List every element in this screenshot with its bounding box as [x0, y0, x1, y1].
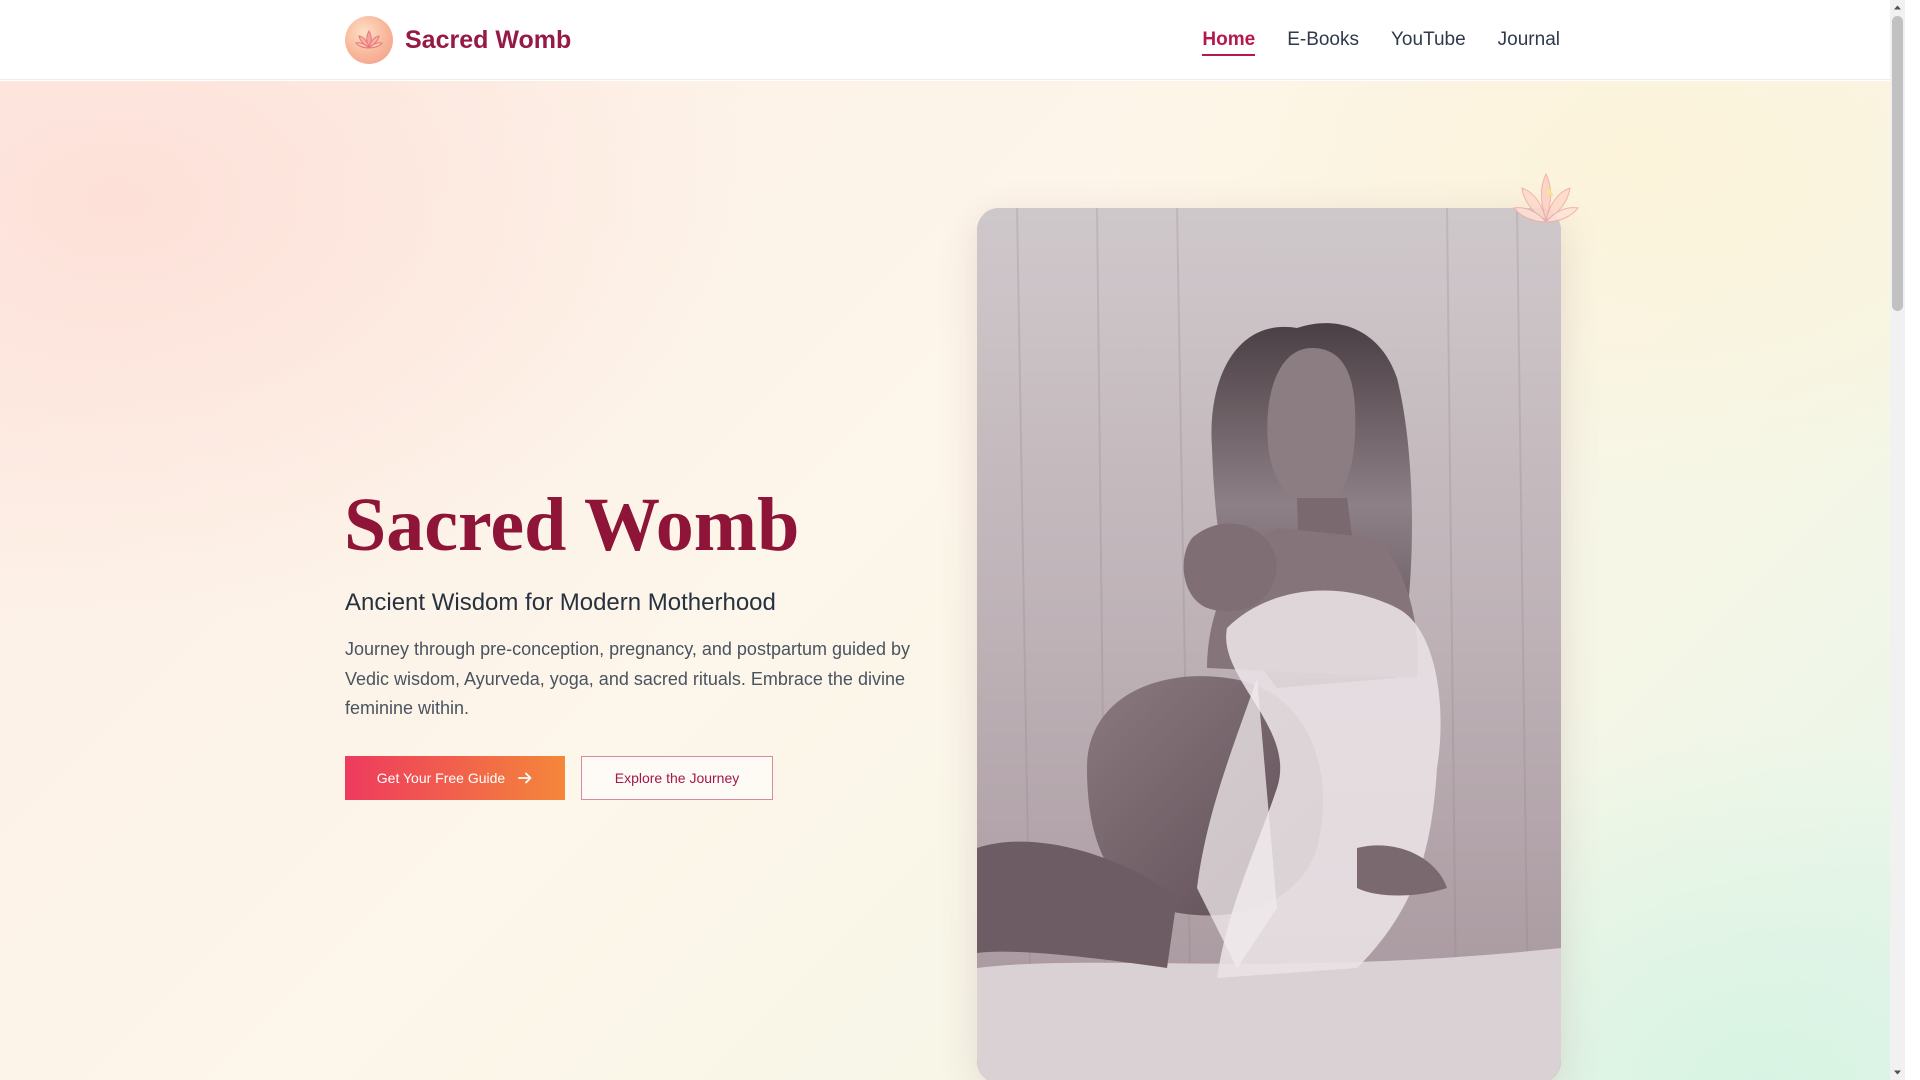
- scroll-down-icon[interactable]: [1893, 1068, 1902, 1077]
- arrow-right-icon: [517, 770, 533, 786]
- get-free-guide-label: Get Your Free Guide: [376, 770, 506, 786]
- hero-subtitle: Ancient Wisdom for Modern Motherhood: [345, 589, 776, 616]
- explore-journey-label: Explore the Journey: [614, 770, 740, 786]
- lotus-icon: [345, 16, 393, 64]
- pregnant-woman-illustration: [977, 208, 1561, 1080]
- scrollbar-thumb[interactable]: [1892, 16, 1903, 311]
- nav-item-ebooks[interactable]: E-Books: [1287, 23, 1359, 57]
- get-free-guide-button[interactable]: Get Your Free Guide: [345, 756, 565, 800]
- scroll-up-icon[interactable]: [1893, 3, 1902, 12]
- lotus-icon: [1510, 168, 1582, 245]
- hero-section: [0, 81, 1905, 1080]
- explore-journey-button[interactable]: Explore the Journey: [581, 756, 773, 800]
- main-nav: Home E-Books YouTube Journal: [1170, 0, 1560, 80]
- nav-item-youtube[interactable]: YouTube: [1391, 23, 1466, 57]
- nav-item-journal[interactable]: Journal: [1498, 23, 1560, 57]
- hero-description: Journey through pre-conception, pregnanc…: [345, 639, 911, 718]
- hero-photo: [977, 208, 1561, 1080]
- page-scrollbar[interactable]: [1890, 0, 1905, 1080]
- nav-item-home[interactable]: Home: [1202, 23, 1255, 57]
- hero-title: Sacred Womb: [344, 483, 800, 567]
- site-header: Sacred Womb Home E-Books YouTube Journal: [0, 0, 1905, 80]
- page: Sacred Womb Home E-Books YouTube Journal…: [0, 0, 1905, 1080]
- brand-name: Sacred Womb: [405, 25, 572, 54]
- brand[interactable]: Sacred Womb: [345, 16, 571, 64]
